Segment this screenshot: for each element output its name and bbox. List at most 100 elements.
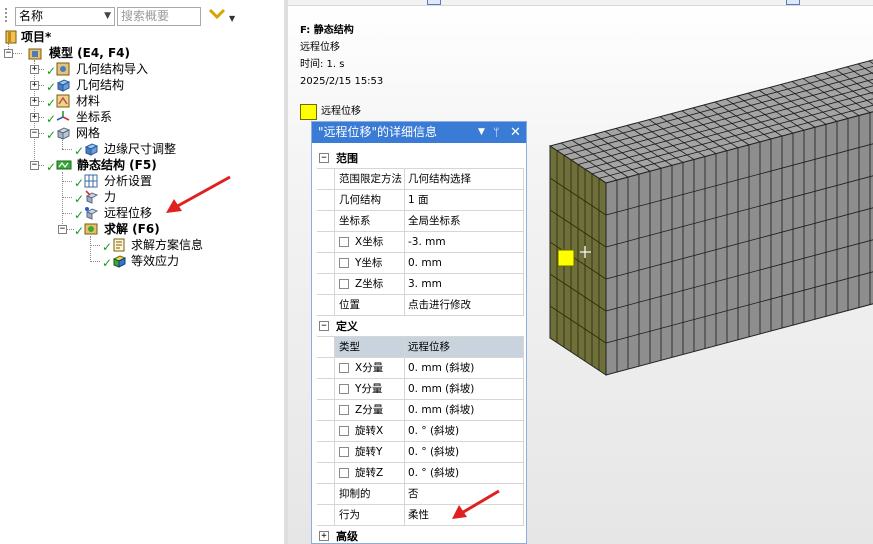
outline-search-input[interactable]: 搜索概要 <box>117 7 201 26</box>
materials-icon <box>56 94 70 108</box>
model-icon <box>28 46 42 60</box>
check-icon: ✓ <box>102 256 113 270</box>
row-z-component[interactable]: Z分量 0. mm (斜坡) <box>317 400 524 421</box>
parameter-checkbox[interactable] <box>339 384 349 394</box>
remote-displacement-icon <box>84 206 99 220</box>
annotation-arrow-icon <box>452 489 500 519</box>
tree-item-coordinate-systems[interactable]: + ✓ 坐标系 <box>0 109 200 126</box>
parameter-checkbox[interactable] <box>339 363 349 373</box>
tree-item-solution[interactable]: − ✓ 求解 (F6) <box>0 221 200 238</box>
expand-icon[interactable]: + <box>30 113 39 122</box>
row-coordinate-system[interactable]: 坐标系 全局坐标系 <box>317 211 524 232</box>
tree-label: 力 <box>104 190 117 204</box>
tree-item-geometry[interactable]: + ✓ 几何结构 <box>0 77 200 94</box>
date-label: 2025/2/15 15:53 <box>300 76 384 87</box>
parameter-checkbox[interactable] <box>339 258 349 268</box>
collapse-icon[interactable]: − <box>30 129 39 138</box>
parameter-checkbox[interactable] <box>339 405 349 415</box>
tree-label: 项目* <box>21 30 52 44</box>
row-rotation-y[interactable]: 旋转Y 0. ° (斜坡) <box>317 442 524 463</box>
collapse-icon[interactable]: − <box>319 153 329 163</box>
parameter-checkbox[interactable] <box>339 279 349 289</box>
tree-item-materials[interactable]: + ✓ 材料 <box>0 93 200 110</box>
tree-label: 求解方案信息 <box>131 238 204 252</box>
row-x-component[interactable]: X分量 0. mm (斜坡) <box>317 358 524 379</box>
tree-label: 求解 (F6) <box>104 222 160 236</box>
expand-icon[interactable]: + <box>30 65 39 74</box>
parameter-checkbox[interactable] <box>339 426 349 436</box>
parameter-checkbox[interactable] <box>339 237 349 247</box>
row-y-component[interactable]: Y分量 0. mm (斜坡) <box>317 379 524 400</box>
toolbar-dropdown-icon[interactable]: ▼ <box>229 14 235 23</box>
section-scope[interactable]: − 范围 <box>317 148 524 169</box>
collapse-icon[interactable]: − <box>319 321 329 331</box>
collapse-icon[interactable]: − <box>4 49 13 58</box>
chevron-down-icon: ▼ <box>104 11 111 21</box>
tree-item-edge-sizing[interactable]: ✓ 边缘尺寸调整 <box>0 141 200 158</box>
edge-sizing-icon <box>84 142 99 156</box>
tree-label: 几何结构导入 <box>76 62 149 76</box>
row-x-coordinate[interactable]: X坐标 -3. mm <box>317 232 524 253</box>
annotation-arrow-icon <box>166 175 231 213</box>
row-z-coordinate[interactable]: Z坐标 3. mm <box>317 274 524 295</box>
tree-item-solution-information[interactable]: ✓ 求解方案信息 <box>0 237 204 254</box>
tree-item-static-structural[interactable]: − ✓ 静态结构 (F5) <box>0 157 200 174</box>
coordinate-system-icon <box>56 110 70 124</box>
tree-label: 等效应力 <box>131 254 180 268</box>
tree-label: 网格 <box>76 126 101 140</box>
row-y-coordinate[interactable]: Y坐标 0. mm <box>317 253 524 274</box>
dropdown-icon[interactable]: ▼ <box>478 122 485 143</box>
force-icon <box>84 190 99 204</box>
details-title: "远程位移"的详细信息 <box>318 125 438 139</box>
close-icon[interactable]: ✕ <box>510 122 521 143</box>
row-rotation-x[interactable]: 旋转X 0. ° (斜坡) <box>317 421 524 442</box>
expand-icon[interactable]: + <box>30 97 39 106</box>
expand-all-icon[interactable] <box>208 5 226 23</box>
pin-icon[interactable]: ᛘ <box>493 122 500 143</box>
name-filter-value: 名称 <box>19 9 44 23</box>
solution-icon <box>84 222 98 236</box>
mesh-icon <box>56 126 71 140</box>
solution-information-icon <box>112 238 126 252</box>
tree-item-mesh[interactable]: − ✓ 网格 <box>0 125 200 142</box>
legend-label: 远程位移 <box>321 106 361 117</box>
tree-item-project[interactable]: 项目* <box>0 29 200 45</box>
geometry-cube-icon <box>56 78 71 92</box>
expand-icon[interactable]: + <box>30 81 39 90</box>
analysis-name: F: 静态结构 <box>300 25 354 36</box>
analysis-settings-icon <box>84 174 98 188</box>
parameter-checkbox[interactable] <box>339 447 349 457</box>
time-label: 时间: 1. s <box>300 59 345 70</box>
row-geometry[interactable]: 几何结构 1 面 <box>317 190 524 211</box>
tree-item-model[interactable]: − 模型 (E4, F4) <box>0 45 200 61</box>
legend-swatch <box>300 104 317 120</box>
viewport-info: F: 静态结构 远程位移 时间: 1. s 2025/2/15 15:53 <box>300 22 383 90</box>
details-title-bar: "远程位移"的详细信息 ▼ ᛘ ✕ <box>312 122 526 143</box>
collapse-icon[interactable]: − <box>58 225 67 234</box>
toolbar-grip[interactable] <box>4 7 8 23</box>
row-rotation-z[interactable]: 旋转Z 0. ° (斜坡) <box>317 463 524 484</box>
geometry-import-icon <box>56 62 70 76</box>
tree-label: 分析设置 <box>104 174 153 188</box>
collapse-icon[interactable]: − <box>30 161 39 170</box>
tree-label: 几何结构 <box>76 78 125 92</box>
tree-item-equivalent-stress[interactable]: ✓ 等效应力 <box>0 253 200 270</box>
row-scoping-method[interactable]: 范围限定方法 几何结构选择 <box>317 169 524 190</box>
tree-item-geometry-import[interactable]: + ✓ 几何结构导入 <box>0 61 200 78</box>
object-name: 远程位移 <box>300 42 340 53</box>
remote-point-marker <box>557 249 575 267</box>
tree-label: 边缘尺寸调整 <box>104 142 177 156</box>
outline-panel: 名称 ▼ 搜索概要 ▼ 项目* − 模型 (E4, F4) + ✓ 几何结构导入… <box>0 0 284 544</box>
section-advanced[interactable]: + 高级 <box>317 526 524 544</box>
row-location[interactable]: 位置 点击进行修改 <box>317 295 524 316</box>
row-type[interactable]: 类型 远程位移 <box>317 337 524 358</box>
section-definition[interactable]: − 定义 <box>317 316 524 337</box>
expand-icon[interactable]: + <box>319 531 329 541</box>
tree-label: 远程位移 <box>104 206 153 220</box>
tree-label: 静态结构 (F5) <box>77 158 157 172</box>
parameter-checkbox[interactable] <box>339 468 349 478</box>
outline-toolbar: 名称 ▼ 搜索概要 ▼ <box>0 0 284 30</box>
details-panel: "远程位移"的详细信息 ▼ ᛘ ✕ − 范围 范围限定方法 几何结构选择 几何结… <box>311 121 527 544</box>
project-icon <box>4 30 18 44</box>
name-filter-select[interactable]: 名称 ▼ <box>15 7 115 26</box>
